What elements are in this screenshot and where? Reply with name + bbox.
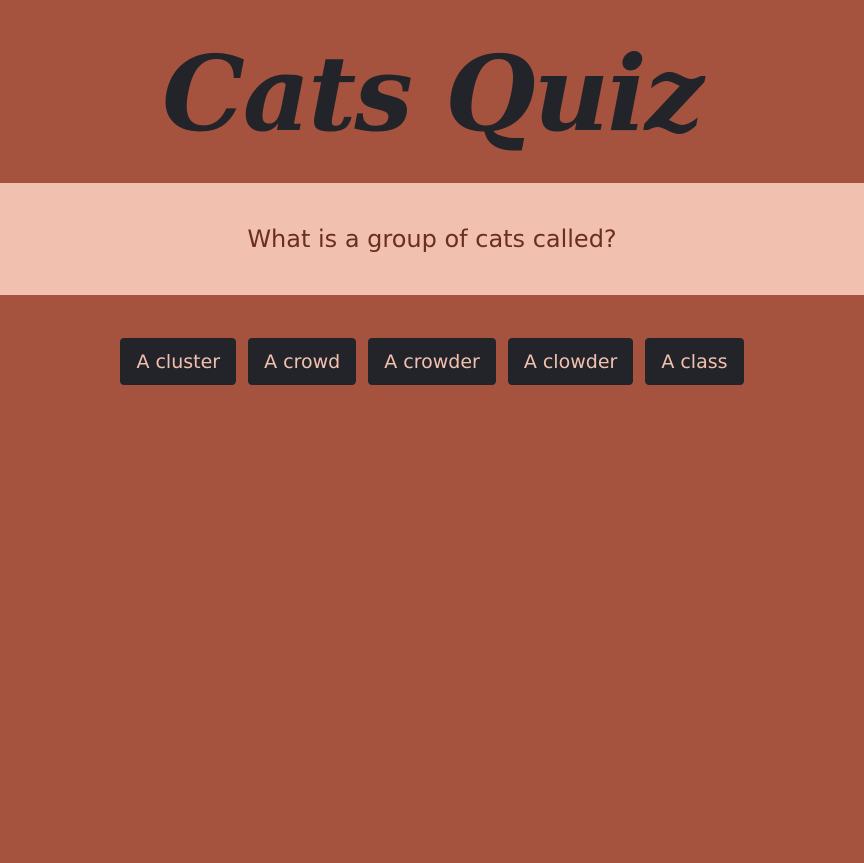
page-title: Cats Quiz	[162, 31, 704, 155]
question-text: What is a group of cats called?	[247, 225, 617, 253]
answer-button-cluster[interactable]: A cluster	[120, 338, 237, 385]
question-banner: What is a group of cats called?	[0, 183, 864, 295]
answer-button-crowd[interactable]: A crowd	[248, 338, 357, 385]
answer-button-crowder[interactable]: A crowder	[368, 338, 496, 385]
answer-options: A cluster A crowd A crowder A clowder A …	[0, 338, 864, 385]
answer-button-clowder[interactable]: A clowder	[507, 338, 634, 385]
answer-button-class[interactable]: A class	[645, 338, 744, 385]
page-header: Cats Quiz	[0, 0, 864, 183]
